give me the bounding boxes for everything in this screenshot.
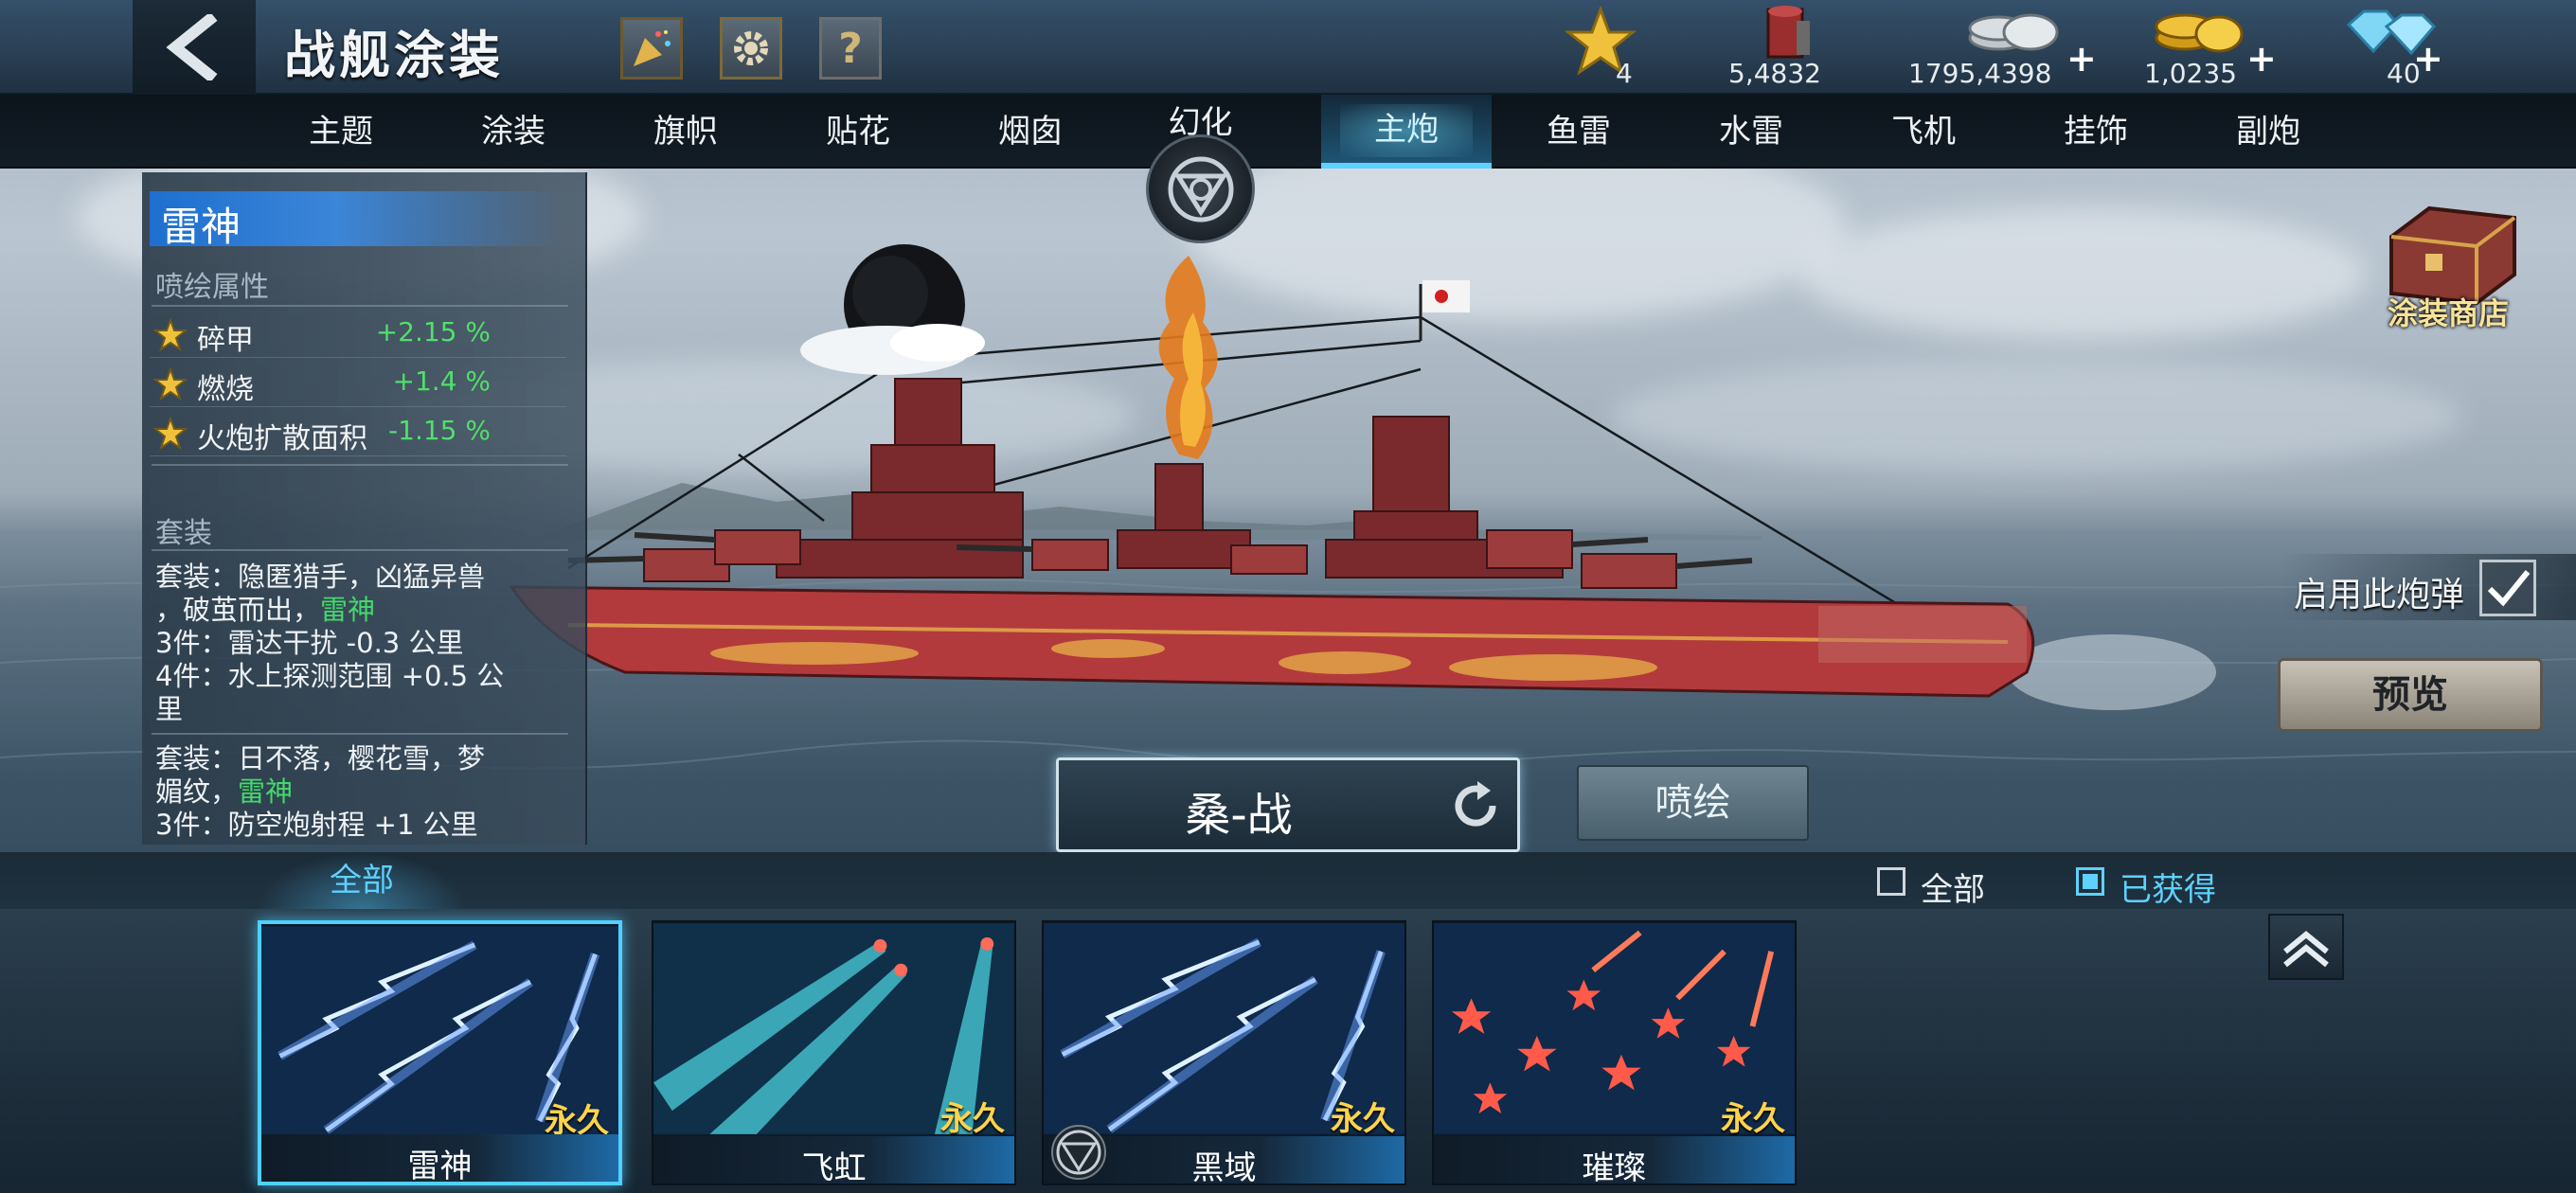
transform-emblem-icon <box>1146 134 1255 243</box>
attribute-row: 火炮扩散面积 -1.15 % <box>150 409 566 456</box>
tab-flag[interactable]: 旗帜 <box>600 95 771 169</box>
skin-name: 雷神 <box>161 204 242 250</box>
back-button[interactable] <box>133 0 256 95</box>
gold-add-icon[interactable]: + <box>2246 38 2277 80</box>
tab-aircraft[interactable]: 飞机 <box>1838 95 2009 169</box>
permanent-tag: 永久 <box>940 1100 1005 1138</box>
resource-stars: 4 <box>1553 0 1714 95</box>
help-button[interactable]: ? <box>819 17 882 80</box>
skin-card-feihong[interactable]: 永久 飞虹 <box>652 920 1016 1185</box>
silver-coins-icon <box>1968 13 2059 51</box>
checkmark-icon <box>2487 570 2531 607</box>
star-icon <box>153 318 188 352</box>
page-title: 战舰涂装 <box>284 26 504 85</box>
permanent-tag: 永久 <box>1331 1100 1395 1138</box>
switch-ship-button[interactable] <box>1447 777 1504 834</box>
filter-all-checkbox[interactable]: 全部 <box>1877 864 2010 909</box>
paint-shop-label: 涂装商店 <box>2387 295 2509 331</box>
skin-card-heiyu[interactable]: 永久 黑域 <box>1042 920 1406 1185</box>
checkbox-icon <box>1877 867 1905 896</box>
skin-name-header: 雷神 <box>150 191 566 250</box>
back-arrow-icon <box>166 14 218 80</box>
double-chevron-up-icon <box>2283 931 2329 968</box>
party-popper-icon <box>634 30 671 66</box>
silver-count: 1795,4398 <box>1908 58 2052 89</box>
funnel-flame <box>1158 256 1218 459</box>
attribute-row: 碎甲 +2.15 % <box>150 311 566 358</box>
transform-emblem-icon <box>1051 1125 1106 1180</box>
tab-torpedo[interactable]: 鱼雷 <box>1494 95 1664 169</box>
moon-ornament <box>800 244 985 375</box>
question-mark-icon: ? <box>838 24 863 73</box>
enable-shell-toggle: 启用此炮弹 <box>2282 554 2576 620</box>
tab-paint[interactable]: 涂装 <box>428 95 599 169</box>
settings-button[interactable] <box>720 17 782 80</box>
skin-card-cuican[interactable]: 永久 璀璨 <box>1432 920 1797 1185</box>
set-bonus-title: 套装 <box>155 517 212 550</box>
filter-obtained-checkbox[interactable]: 已获得 <box>2076 864 2246 909</box>
tab-theme[interactable]: 主题 <box>256 95 426 169</box>
tab-decal[interactable]: 贴花 <box>773 95 943 169</box>
star-icon <box>153 367 188 401</box>
spray-button[interactable]: 喷绘 <box>1577 765 1809 841</box>
skin-info-panel: 雷神 喷绘属性 碎甲 +2.15 % 燃烧 +1.4 % 火炮扩散面积 -1.1… <box>142 172 587 845</box>
celebration-button[interactable] <box>620 17 683 80</box>
resource-diamond[interactable]: 40 + <box>2330 0 2491 95</box>
ship-name: 桑-战 <box>1185 789 1293 842</box>
gold-coins-icon <box>2155 13 2244 53</box>
permanent-tag: 永久 <box>1721 1100 1785 1138</box>
set-bonus-1: 套装：隐匿猎手，凶猛异兽 ，破茧而出，雷神 3件：雷达干扰 -0.3 公里 4件… <box>155 561 505 725</box>
enable-shell-checkbox[interactable] <box>2479 560 2536 616</box>
resource-silver[interactable]: 1795,4398 + <box>1904 0 2097 95</box>
enable-shell-label: 启用此炮弹 <box>2294 576 2465 614</box>
gold-count: 1,0235 <box>2144 58 2237 89</box>
silver-add-icon[interactable]: + <box>2066 38 2097 80</box>
collapse-list-button[interactable] <box>2268 914 2344 980</box>
tab-secondary-gun[interactable]: 副炮 <box>2183 95 2353 169</box>
tab-ornament[interactable]: 挂饰 <box>2011 95 2181 169</box>
star-icon <box>153 417 188 451</box>
spray-attributes-title: 喷绘属性 <box>155 271 269 304</box>
tab-mine[interactable]: 水雷 <box>1666 95 1836 169</box>
resource-gold[interactable]: 1,0235 + <box>2142 0 2303 95</box>
tab-transform[interactable]: 幻化 <box>1084 95 1316 243</box>
ship-name-plate: 桑-战 <box>1056 757 1520 852</box>
tab-main-gun[interactable]: 主炮 <box>1321 95 1492 169</box>
top-bar: 战舰涂装 ? 4 5,4832 1795,4398 + 1,0235 + 40 … <box>0 0 2576 95</box>
attribute-row: 燃烧 +1.4 % <box>150 360 566 407</box>
skin-card-name: 飞虹 <box>801 1149 867 1185</box>
paint-shop-button[interactable]: 涂装商店 <box>2358 199 2538 350</box>
resource-paint: 5,4832 <box>1728 0 1889 95</box>
set-bonus-2: 套装：日不落，樱花雪，梦 媚纹，雷神 3件：防空炮射程 +1 公里 <box>155 742 486 841</box>
stars-count: 4 <box>1616 58 1633 89</box>
filter-bar: 全部 全部 已获得 <box>0 852 2576 909</box>
skin-card-name: 雷神 <box>407 1148 473 1185</box>
skin-card-name: 璀璨 <box>1582 1149 1647 1185</box>
paint-bucket-icon <box>1766 6 1810 59</box>
skin-card-leishen[interactable]: 永久 雷神 <box>258 920 622 1185</box>
paint-count: 5,4832 <box>1728 58 1821 89</box>
filter-tab-all[interactable]: 全部 <box>258 852 466 909</box>
gear-icon <box>734 31 768 65</box>
checkbox-checked-icon <box>2076 867 2104 896</box>
diamond-add-icon[interactable]: + <box>2413 38 2443 80</box>
preview-button[interactable]: 预览 <box>2278 658 2543 732</box>
refresh-icon <box>1455 781 1496 827</box>
battleship-model <box>509 244 2035 698</box>
